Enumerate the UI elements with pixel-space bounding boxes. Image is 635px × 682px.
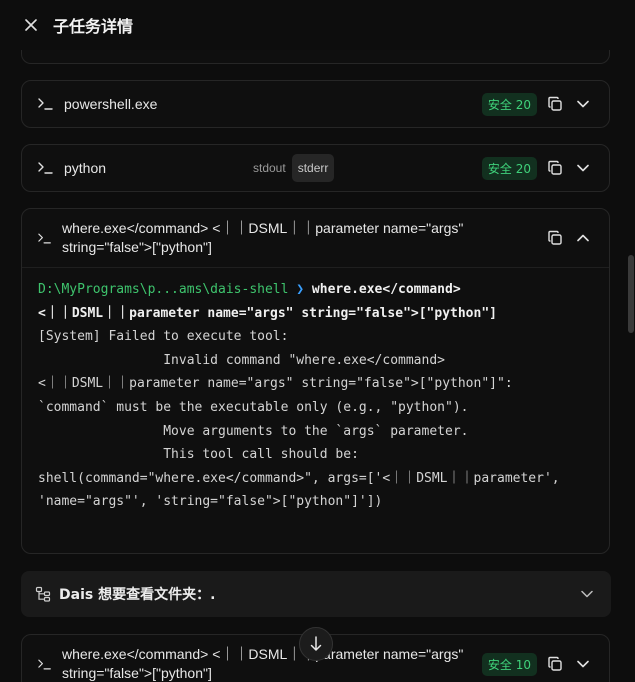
safety-badge: 安全 10 <box>481 652 538 676</box>
terminal-prompt-line: D:\MyPrograms\p...ams\dais-shell ❯ where… <box>38 278 593 302</box>
card-title: powershell.exe <box>64 96 158 112</box>
chevron-down-icon[interactable] <box>573 654 593 674</box>
chevron-up-icon[interactable] <box>573 228 593 248</box>
tab-stdout[interactable]: stdout <box>247 154 292 182</box>
title-line-2: string="false">["python"] <box>62 239 212 255</box>
terminal-prompt-icon <box>38 231 56 245</box>
expanded-card-title: where.exe</command> <｜｜DSML｜｜parameter n… <box>62 219 512 257</box>
section-title: Dais 想要查看文件夹：. <box>59 587 216 603</box>
output-line: Invalid command "where.exe</command> <box>38 352 445 368</box>
command-line-1: where.exe</command> <box>304 282 461 297</box>
title-line-1: where.exe</command> <｜｜DSML｜｜parameter n… <box>62 646 464 662</box>
subtask-detail-page: 子任务详情 powershell.exe 安全 20 python 安全 20 … <box>0 0 635 682</box>
terminal-output: D:\MyPrograms\p...ams\dais-shell ❯ where… <box>22 268 609 514</box>
output-line: Move arguments to the `args` parameter. <box>38 423 469 439</box>
output-line: `command` must be the executable only (e… <box>38 399 469 415</box>
header: 子任务详情 <box>0 0 635 50</box>
card-title: where.exe</command> <｜｜DSML｜｜parameter n… <box>62 645 482 682</box>
output-line: <｜｜DSML｜｜parameter name="args" string="f… <box>38 376 513 392</box>
output-tabs: stdout stderr <box>247 154 335 182</box>
card-header-row[interactable]: powershell.exe 安全 20 <box>22 81 609 127</box>
chevron-down-icon[interactable] <box>573 158 593 178</box>
copy-icon[interactable] <box>545 228 565 248</box>
chevron-down-icon[interactable] <box>573 94 593 114</box>
close-icon[interactable] <box>21 15 41 35</box>
output-line: This tool call should be: <box>38 447 359 463</box>
folder-request-section[interactable]: Dais 想要查看文件夹：. <box>21 571 611 617</box>
output-line: [System] Failed to execute tool: <box>38 329 289 345</box>
title-line-2: string="false">["python"] <box>62 665 212 681</box>
prompt-arrow-icon: ❯ <box>296 282 305 297</box>
scroll-to-bottom-button[interactable] <box>299 627 333 661</box>
terminal-prompt-icon <box>38 97 56 111</box>
arrow-down-icon <box>310 636 322 651</box>
card-title: python <box>64 160 107 176</box>
safety-badge: 安全 20 <box>481 156 537 180</box>
terminal-prompt-icon <box>38 161 56 175</box>
copy-icon[interactable] <box>545 94 565 114</box>
output-line: shell(command="where.exe</command>", arg… <box>38 470 560 486</box>
tool-card-python[interactable]: python 安全 20 stdout stderr <box>21 144 610 192</box>
chevron-down-icon[interactable] <box>577 584 597 604</box>
safety-badge: 安全 20 <box>481 92 537 116</box>
terminal-path: D:\MyPrograms\p...ams\dais-shell <box>38 282 289 297</box>
page-title: 子任务详情 <box>53 17 134 36</box>
tab-stderr[interactable]: stderr <box>291 154 335 182</box>
title-line-1: where.exe</command> <｜｜DSML｜｜parameter n… <box>62 220 464 236</box>
copy-icon[interactable] <box>545 654 565 674</box>
terminal-prompt-icon <box>38 657 56 671</box>
output-line: 'name="args"', 'string="false">["python"… <box>38 494 383 510</box>
command-line-2: <｜｜DSML｜｜parameter name="args" string="f… <box>38 305 497 321</box>
tool-card-powershell[interactable]: powershell.exe 安全 20 <box>21 80 610 128</box>
folder-tree-icon <box>35 586 51 602</box>
expanded-card-header[interactable]: where.exe</command> <｜｜DSML｜｜parameter n… <box>22 209 609 268</box>
tool-card-expanded: where.exe</command> <｜｜DSML｜｜parameter n… <box>21 208 610 554</box>
copy-icon[interactable] <box>545 158 565 178</box>
scrollbar-thumb[interactable] <box>628 255 634 333</box>
